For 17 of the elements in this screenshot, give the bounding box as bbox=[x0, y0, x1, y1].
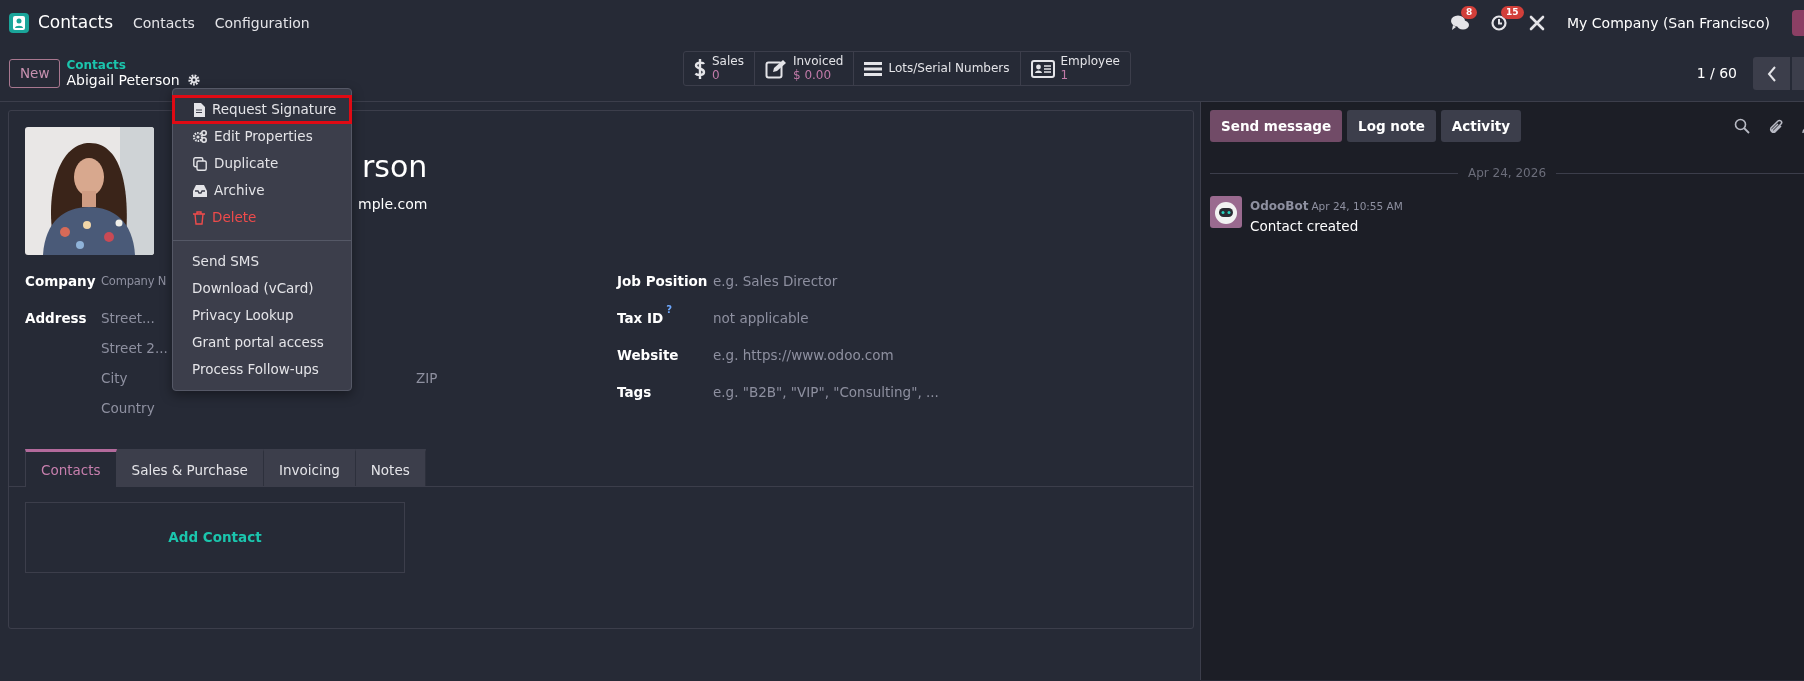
record-name: Abigail Peterson bbox=[66, 72, 180, 89]
contact-name: rson bbox=[361, 149, 428, 185]
field-label: Address bbox=[25, 309, 88, 328]
field-label: Website bbox=[617, 347, 679, 363]
notification-badge: 8 bbox=[1461, 6, 1478, 19]
field-label: Tax ID bbox=[617, 310, 664, 326]
field-label: Job Position bbox=[617, 273, 708, 289]
notification-badge: 15 bbox=[1501, 6, 1524, 19]
email-value: mple.com bbox=[358, 195, 428, 214]
app-title: Contacts bbox=[38, 11, 113, 35]
message-author: OdooBot bbox=[1250, 199, 1309, 214]
date-separator: Apr 24, 2026 bbox=[1468, 165, 1546, 183]
field-label: Tags bbox=[617, 384, 652, 400]
message-text: Contact created bbox=[1250, 216, 1360, 236]
message-time: Apr 24, 10:55 AM bbox=[1311, 200, 1403, 213]
field-label: Company bbox=[25, 272, 97, 291]
pager-counter: 1 / 60 bbox=[1696, 64, 1737, 83]
